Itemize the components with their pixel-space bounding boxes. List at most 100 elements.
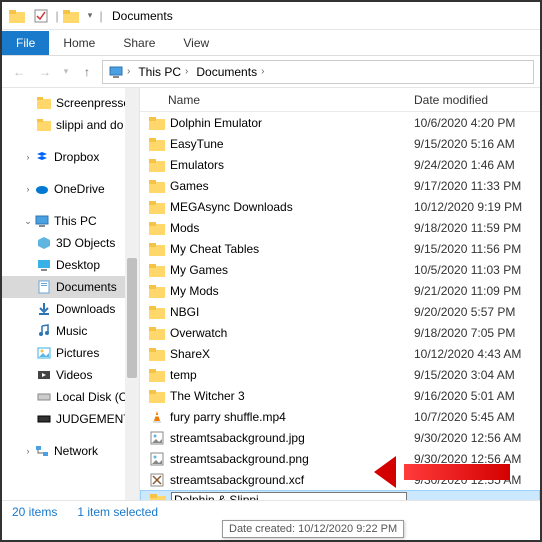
qat-folder[interactable]: [60, 5, 82, 27]
folder-icon: [148, 135, 166, 153]
up-button[interactable]: ↑: [76, 61, 98, 83]
nav-thispc[interactable]: ⌄This PC: [2, 210, 139, 232]
chevron-right-icon[interactable]: ›: [261, 66, 264, 77]
file-date: 9/30/2020 12:55 AM: [414, 473, 540, 487]
file-name: EasyTune: [170, 137, 414, 151]
file-row[interactable]: My Mods9/21/2020 11:09 PM: [140, 280, 540, 301]
tab-view[interactable]: View: [169, 31, 223, 55]
nav-judgement[interactable]: JUDGEMENT: [2, 408, 139, 430]
folder-icon: [148, 366, 166, 384]
nav-music[interactable]: Music: [2, 320, 139, 342]
file-row[interactable]: Games9/17/2020 11:33 PM: [140, 175, 540, 196]
file-row[interactable]: MEGAsync Downloads10/12/2020 9:19 PM: [140, 196, 540, 217]
drive-icon: [36, 389, 52, 405]
nav-scrollbar-thumb[interactable]: [127, 258, 137, 378]
file-row[interactable]: Emulators9/24/2020 1:46 AM: [140, 154, 540, 175]
tab-home[interactable]: Home: [49, 31, 109, 55]
file-row[interactable]: The Witcher 39/16/2020 5:01 AM: [140, 385, 540, 406]
folder-icon: [148, 303, 166, 321]
file-row[interactable]: streamtsabackground.png9/30/2020 12:56 A…: [140, 448, 540, 469]
file-date: 9/30/2020 12:56 AM: [414, 452, 540, 466]
image-icon: [148, 450, 166, 468]
file-name: Emulators: [170, 158, 414, 172]
file-name: temp: [170, 368, 414, 382]
image-icon: [148, 429, 166, 447]
breadcrumb-folder[interactable]: Documents: [196, 65, 257, 79]
file-date: 9/16/2020 5:01 AM: [414, 389, 540, 403]
column-name[interactable]: Name: [168, 93, 414, 107]
folder-icon: [148, 345, 166, 363]
nav-onedrive[interactable]: ›OneDrive: [2, 178, 139, 200]
onedrive-icon: [34, 181, 50, 197]
chevron-right-icon[interactable]: ›: [185, 66, 188, 77]
folder-icon: [148, 240, 166, 258]
expand-icon[interactable]: ›: [22, 446, 34, 456]
column-date[interactable]: Date modified: [414, 93, 540, 107]
file-date: 10/12/2020 9:19 PM: [414, 200, 540, 214]
file-row[interactable]: NBGI9/20/2020 5:57 PM: [140, 301, 540, 322]
desktop-icon: [36, 257, 52, 273]
nav-desktop[interactable]: Desktop: [2, 254, 139, 276]
nav-slippi[interactable]: slippi and do: [2, 114, 139, 136]
qat-properties[interactable]: [30, 5, 52, 27]
nav-screenpresso[interactable]: Screenpresso: [2, 92, 139, 114]
folder-icon: [148, 177, 166, 195]
recent-dropdown[interactable]: ▾: [60, 61, 72, 83]
navigation-pane[interactable]: Screenpresso slippi and do ›Dropbox ›One…: [2, 88, 140, 500]
file-date: 9/30/2020 12:56 AM: [414, 431, 540, 445]
file-row-selected[interactable]: Dolphin & Slippi: [140, 490, 540, 500]
breadcrumb-root[interactable]: This PC: [138, 65, 181, 79]
file-row[interactable]: Overwatch9/18/2020 7:05 PM: [140, 322, 540, 343]
folder-icon: [148, 114, 166, 132]
file-date: 10/6/2020 4:20 PM: [414, 116, 540, 130]
window-title: Documents: [112, 9, 173, 23]
pc-icon: [109, 66, 123, 78]
tooltip: Date created: 10/12/2020 9:22 PM: [222, 520, 404, 538]
tab-share[interactable]: Share: [109, 31, 169, 55]
file-date: 9/15/2020 11:56 PM: [414, 242, 540, 256]
dropbox-icon: [34, 149, 50, 165]
file-name-editing[interactable]: Dolphin & Slippi: [171, 492, 407, 500]
file-name: streamtsabackground.png: [170, 452, 414, 466]
file-row[interactable]: My Games10/5/2020 11:03 PM: [140, 259, 540, 280]
file-row[interactable]: streamtsabackground.xcf9/30/2020 12:55 A…: [140, 469, 540, 490]
drive-icon: [36, 411, 52, 427]
file-row[interactable]: fury parry shuffle.mp410/7/2020 5:45 AM: [140, 406, 540, 427]
file-date: 9/15/2020 3:04 AM: [414, 368, 540, 382]
file-name: Mods: [170, 221, 414, 235]
nav-3dobjects[interactable]: 3D Objects: [2, 232, 139, 254]
3d-icon: [36, 235, 52, 251]
nav-network[interactable]: ›Network: [2, 440, 139, 462]
qat-separator-2: |: [98, 9, 104, 23]
nav-downloads[interactable]: Downloads: [2, 298, 139, 320]
back-button[interactable]: ←: [8, 61, 30, 83]
file-date: 9/17/2020 11:33 PM: [414, 179, 540, 193]
file-row[interactable]: EasyTune9/15/2020 5:16 AM: [140, 133, 540, 154]
file-row[interactable]: streamtsabackground.jpg9/30/2020 12:56 A…: [140, 427, 540, 448]
file-row[interactable]: Mods9/18/2020 11:59 PM: [140, 217, 540, 238]
qat-dropdown[interactable]: ▾: [84, 5, 96, 27]
nav-documents[interactable]: Documents: [2, 276, 139, 298]
file-row[interactable]: ShareX10/12/2020 4:43 AM: [140, 343, 540, 364]
file-list[interactable]: Dolphin Emulator10/6/2020 4:20 PMEasyTun…: [140, 112, 540, 500]
xcf-icon: [148, 471, 166, 489]
file-row[interactable]: Dolphin Emulator10/6/2020 4:20 PM: [140, 112, 540, 133]
tab-file[interactable]: File: [2, 31, 49, 55]
file-name: streamtsabackground.xcf: [170, 473, 414, 487]
expand-icon[interactable]: ›: [22, 184, 34, 194]
file-date: 10/12/2020 4:43 AM: [414, 347, 540, 361]
nav-localdisk[interactable]: Local Disk (C: [2, 386, 139, 408]
file-row[interactable]: My Cheat Tables9/15/2020 11:56 PM: [140, 238, 540, 259]
nav-dropbox[interactable]: ›Dropbox: [2, 146, 139, 168]
file-row[interactable]: temp9/15/2020 3:04 AM: [140, 364, 540, 385]
nav-videos[interactable]: Videos: [2, 364, 139, 386]
file-name: My Cheat Tables: [170, 242, 414, 256]
nav-pictures[interactable]: Pictures: [2, 342, 139, 364]
collapse-icon[interactable]: ⌄: [22, 216, 34, 227]
nav-scrollbar-track[interactable]: [125, 88, 139, 500]
expand-icon[interactable]: ›: [22, 152, 34, 162]
address-bar[interactable]: › This PC › Documents ›: [102, 60, 534, 84]
file-name: My Mods: [170, 284, 414, 298]
chevron-right-icon[interactable]: ›: [127, 66, 130, 77]
forward-button[interactable]: →: [34, 61, 56, 83]
